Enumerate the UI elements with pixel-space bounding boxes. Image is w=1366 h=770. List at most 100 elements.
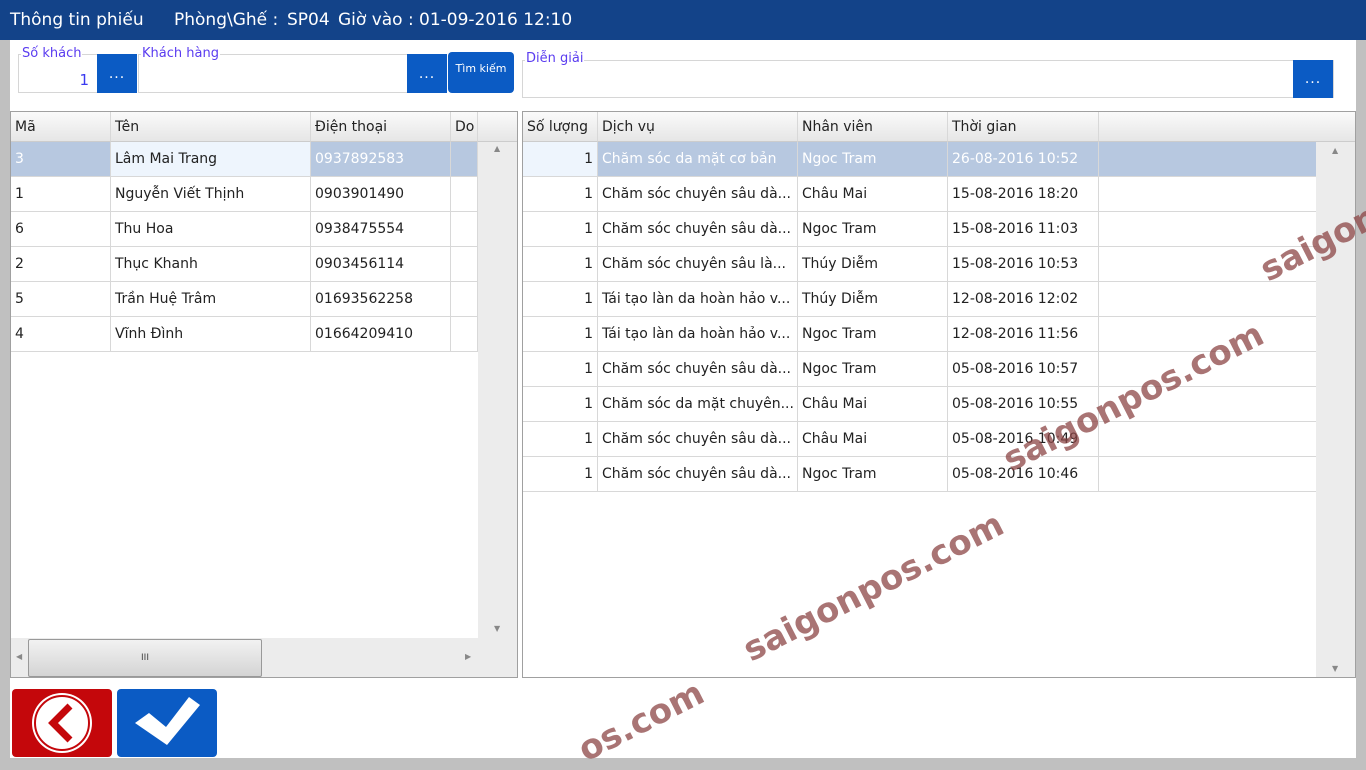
column-header-time[interactable]: Thời gian <box>948 112 1099 142</box>
customer-phone-cell[interactable]: 0903901490 <box>311 177 451 212</box>
row-filler <box>1099 282 1316 317</box>
column-header-service[interactable]: Dịch vụ <box>598 112 798 142</box>
service-name-cell[interactable]: Chăm sóc chuyên sâu dà... <box>598 457 798 492</box>
service-name-cell[interactable]: Tái tạo làn da hoàn hảo v... <box>598 282 798 317</box>
service-name-cell[interactable]: Chăm sóc da mặt cơ bản <box>598 142 798 177</box>
row-filler <box>1099 247 1316 282</box>
column-header-name[interactable]: Tên <box>111 112 311 142</box>
service-time-cell[interactable]: 15-08-2016 18:20 <box>948 177 1099 212</box>
service-staff-cell[interactable]: Ngoc Tram <box>798 457 948 492</box>
service-staff-cell[interactable]: Thúy Diễm <box>798 282 948 317</box>
service-time-cell[interactable]: 12-08-2016 11:56 <box>948 317 1099 352</box>
customer-name-cell[interactable]: Thu Hoa <box>111 212 311 247</box>
scroll-down-icon[interactable]: ▼ <box>1332 664 1338 673</box>
service-staff-cell[interactable]: Ngoc Tram <box>798 317 948 352</box>
customer-extra-cell[interactable] <box>451 282 478 317</box>
customer-phone-cell[interactable]: 0937892583 <box>311 142 451 177</box>
notes-input[interactable] <box>522 60 1334 98</box>
column-header-code[interactable]: Mã <box>11 112 111 142</box>
service-staff-cell[interactable]: Châu Mai <box>798 387 948 422</box>
service-time-cell[interactable]: 15-08-2016 11:03 <box>948 212 1099 247</box>
customer-extra-cell[interactable] <box>451 142 478 177</box>
service-name-cell[interactable]: Chăm sóc chuyên sâu dà... <box>598 352 798 387</box>
row-filler <box>1099 352 1316 387</box>
service-time-cell[interactable]: 12-08-2016 12:02 <box>948 282 1099 317</box>
service-quantity-cell[interactable]: 1 <box>523 212 598 247</box>
customer-name-cell[interactable]: Vĩnh Đình <box>111 317 311 352</box>
row-filler <box>1099 212 1316 247</box>
confirm-button[interactable] <box>117 689 217 757</box>
service-time-cell[interactable]: 05-08-2016 10:46 <box>948 457 1099 492</box>
service-time-cell[interactable]: 05-08-2016 10:55 <box>948 387 1099 422</box>
customer-extra-cell[interactable] <box>451 317 478 352</box>
service-name-cell[interactable]: Chăm sóc da mặt chuyên... <box>598 387 798 422</box>
customer-code-cell[interactable]: 2 <box>11 247 111 282</box>
guests-picker-button[interactable]: ... <box>97 54 137 93</box>
service-name-cell[interactable]: Chăm sóc chuyên sâu dà... <box>598 177 798 212</box>
services-grid: Số lượng Dịch vụ Nhân viên Thời gian 1 Ch… <box>522 111 1356 678</box>
customer-extra-cell[interactable] <box>451 177 478 212</box>
service-staff-cell[interactable]: Ngoc Tram <box>798 352 948 387</box>
customer-picker-button[interactable]: ... <box>407 54 447 93</box>
customer-phone-cell[interactable]: 0938475554 <box>311 212 451 247</box>
window-title: Thông tin phiếu <box>10 10 144 30</box>
header-filler <box>1099 112 1355 142</box>
horizontal-scrollbar[interactable]: ◀ III ▶ <box>11 638 517 677</box>
service-staff-cell[interactable]: Thúy Diễm <box>798 247 948 282</box>
column-header-staff[interactable]: Nhân viên <box>798 112 948 142</box>
row-filler <box>1099 177 1316 212</box>
service-time-cell[interactable]: 05-08-2016 10:49 <box>948 422 1099 457</box>
service-quantity-cell[interactable]: 1 <box>523 387 598 422</box>
customer-phone-cell[interactable]: 0903456114 <box>311 247 451 282</box>
room-value: SP04 <box>287 10 330 30</box>
column-header-more[interactable]: Do <box>451 112 478 142</box>
service-name-cell[interactable]: Chăm sóc chuyên sâu là... <box>598 247 798 282</box>
customer-name-cell[interactable]: Lâm Mai Trang <box>111 142 311 177</box>
service-time-cell[interactable]: 15-08-2016 10:53 <box>948 247 1099 282</box>
service-quantity-cell[interactable]: 1 <box>523 422 598 457</box>
service-quantity-cell[interactable]: 1 <box>523 317 598 352</box>
customer-name-cell[interactable]: Thục Khanh <box>111 247 311 282</box>
vertical-scrollbar[interactable]: ▲ ▼ <box>1316 142 1355 677</box>
customer-name-cell[interactable]: Trần Huệ Trâm <box>111 282 311 317</box>
scroll-thumb[interactable]: III <box>28 639 262 677</box>
customer-extra-cell[interactable] <box>451 247 478 282</box>
customer-code-cell[interactable]: 4 <box>11 317 111 352</box>
customer-phone-cell[interactable]: 01693562258 <box>311 282 451 317</box>
scroll-up-icon[interactable]: ▲ <box>1332 146 1338 155</box>
scroll-up-icon[interactable]: ▲ <box>494 144 500 153</box>
checkmark-icon <box>135 697 200 745</box>
service-staff-cell[interactable]: Ngoc Tram <box>798 142 948 177</box>
service-name-cell[interactable]: Chăm sóc chuyên sâu dà... <box>598 422 798 457</box>
service-name-cell[interactable]: Tái tạo làn da hoàn hảo v... <box>598 317 798 352</box>
customer-extra-cell[interactable] <box>451 212 478 247</box>
service-quantity-cell[interactable]: 1 <box>523 247 598 282</box>
scroll-down-icon[interactable]: ▼ <box>494 624 500 633</box>
customer-phone-cell[interactable]: 01664209410 <box>311 317 451 352</box>
service-time-cell[interactable]: 26-08-2016 10:52 <box>948 142 1099 177</box>
search-button[interactable]: Tìm kiếm <box>448 52 514 93</box>
scroll-left-icon[interactable]: ◀ <box>16 652 22 661</box>
service-name-cell[interactable]: Chăm sóc chuyên sâu dà... <box>598 212 798 247</box>
service-quantity-cell[interactable]: 1 <box>523 282 598 317</box>
service-time-cell[interactable]: 05-08-2016 10:57 <box>948 352 1099 387</box>
customer-name-cell[interactable]: Nguyễn Viết Thịnh <box>111 177 311 212</box>
service-staff-cell[interactable]: Châu Mai <box>798 177 948 212</box>
service-quantity-cell[interactable]: 1 <box>523 457 598 492</box>
vertical-scrollbar[interactable]: ▲ ▼ <box>478 142 517 638</box>
service-staff-cell[interactable]: Ngoc Tram <box>798 212 948 247</box>
customer-code-cell[interactable]: 6 <box>11 212 111 247</box>
title-bar: Thông tin phiếu Phòng\Ghế : SP04 Giờ vào… <box>0 0 1366 40</box>
scroll-right-icon[interactable]: ▶ <box>465 652 471 661</box>
customer-code-cell[interactable]: 5 <box>11 282 111 317</box>
service-staff-cell[interactable]: Châu Mai <box>798 422 948 457</box>
notes-picker-button[interactable]: ... <box>1293 60 1333 98</box>
back-button[interactable] <box>12 689 112 757</box>
column-header-quantity[interactable]: Số lượng <box>523 112 598 142</box>
service-quantity-cell[interactable]: 1 <box>523 177 598 212</box>
customer-code-cell[interactable]: 1 <box>11 177 111 212</box>
service-quantity-cell[interactable]: 1 <box>523 142 598 177</box>
column-header-phone[interactable]: Điện thoại <box>311 112 451 142</box>
customer-code-cell[interactable]: 3 <box>11 142 111 177</box>
service-quantity-cell[interactable]: 1 <box>523 352 598 387</box>
